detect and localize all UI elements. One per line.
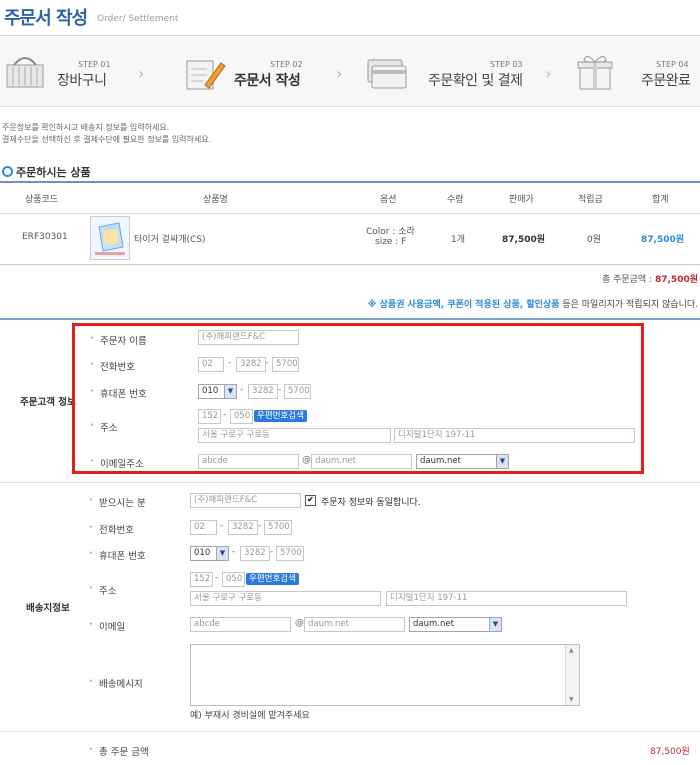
step-4-name: 주문완료	[641, 73, 691, 89]
shipping-mobile-3[interactable]: 5700	[276, 546, 304, 561]
product-option-color: Color : 소라	[366, 227, 415, 237]
dash-separator: -	[270, 547, 274, 557]
page-title: 주문서 작성	[4, 8, 88, 29]
scroll-up-icon[interactable]: ▲	[569, 647, 574, 654]
product-thumbnail[interactable]	[90, 216, 130, 260]
shipping-email-id[interactable]: abcde	[190, 617, 291, 632]
order-total-label: 총 주문금액 :	[601, 275, 653, 285]
shipping-section-label: 배송지정보	[26, 603, 70, 614]
chevron-right-icon: ›	[138, 64, 145, 83]
col-header-qty: 수량	[447, 195, 464, 205]
message-textarea[interactable]: ▲ ▼	[190, 644, 580, 706]
product-code: ERF30301	[22, 232, 68, 242]
shipping-address-label: 주소	[89, 583, 117, 597]
recipient-label: 받으시는 분	[89, 495, 146, 509]
shipping-total-value: 87,500원	[650, 747, 690, 757]
step-2-name: 주문서 작성	[234, 73, 301, 89]
gift-box-icon	[577, 56, 613, 90]
page-subtitle: Order/ Settlement	[97, 14, 179, 24]
product-points: 0원	[587, 235, 602, 245]
col-header-price: 판매가	[509, 195, 534, 205]
message-example: 예) 부재시 경비실에 맡겨주세요	[190, 711, 310, 721]
col-header-points: 적립금	[578, 195, 603, 205]
same-as-orderer-checkbox[interactable]: ✔	[305, 495, 316, 506]
shipping-zip-1[interactable]: 152	[190, 572, 213, 587]
basket-icon	[6, 57, 44, 88]
col-header-total: 합계	[652, 195, 669, 205]
section-divider	[0, 482, 700, 483]
product-image-icon	[95, 222, 125, 255]
order-steps: STEP 01 장바구니 › STEP 02 주문서 작성 › STEP 03 …	[0, 36, 700, 107]
shipping-email-domain[interactable]: daum.net	[304, 617, 405, 632]
shipping-email-domain-select[interactable]: daum.net ▼	[409, 617, 502, 632]
step-3-number: STEP 03	[490, 60, 523, 69]
intro-line-1: 주문정보를 확인하시고 배송지 정보를 입력하세요.	[2, 123, 170, 132]
product-qty: 1개	[451, 235, 466, 245]
mileage-notice-text: 등은 마일리지가 적립되지 않습니다.	[559, 300, 698, 310]
scroll-down-icon[interactable]: ▼	[569, 696, 574, 703]
textarea-scrollbar[interactable]: ▲ ▼	[565, 645, 579, 705]
shipping-phone-3[interactable]: 5700	[264, 520, 292, 535]
section-divider	[0, 731, 700, 732]
table-row: ERF30301 타이거 겉싸개(CS) Color : 소라 size : F…	[0, 212, 700, 265]
dash-separator: -	[220, 521, 224, 531]
step-4-number: STEP 04	[656, 60, 689, 69]
step-1-name: 장바구니	[57, 73, 107, 89]
shipping-address-1[interactable]: 서울 구로구 구로동	[190, 591, 381, 606]
highlight-box-orderer	[72, 323, 644, 474]
product-price: 87,500원	[502, 235, 546, 245]
shipping-mobile-prefix-select[interactable]: 010 ▼	[190, 546, 229, 561]
chevron-right-icon: ›	[545, 64, 552, 83]
product-total: 87,500원	[641, 235, 685, 245]
orderer-section-label: 주문고객 정보	[20, 397, 76, 408]
form-top-border	[0, 318, 700, 320]
shipping-zip-2[interactable]: 050	[222, 572, 245, 587]
shipping-address-2[interactable]: 디지털1단지 197-11	[386, 591, 627, 606]
same-as-orderer-label: 주문자 정보와 동일합니다.	[321, 498, 421, 508]
recipient-input[interactable]: (주)해피랜드F&C	[190, 493, 301, 508]
message-label: 배송메시지	[89, 676, 143, 690]
email-at-sign: @	[295, 618, 304, 628]
products-table-header: 상품코드 상품명 옵션 수량 판매가 적립금 합계	[0, 181, 700, 214]
intro-text: 주문정보를 확인하시고 배송지 정보를 입력하세요. 결제수단을 선택하신 후 …	[2, 122, 211, 146]
col-header-name: 상품명	[203, 195, 228, 205]
shipping-zip-search-button[interactable]: 우편번호검색	[246, 573, 299, 585]
product-name-link[interactable]: 타이거 겉싸개(CS)	[134, 232, 206, 245]
dash-separator: -	[215, 573, 219, 583]
shipping-phone-1[interactable]: 02	[190, 520, 217, 535]
step-2-number: STEP 02	[270, 60, 303, 69]
step-1-number: STEP 01	[78, 60, 111, 69]
shipping-total-label: 총 주문 금액	[89, 744, 149, 758]
col-header-code: 상품코드	[25, 195, 59, 205]
shipping-phone-2[interactable]: 3282	[228, 520, 258, 535]
chevron-down-icon: ▼	[216, 547, 228, 560]
mileage-notice-highlight: ※ 상품권 사용금액, 쿠폰이 적용된 상품, 할인상품	[367, 300, 560, 310]
shipping-mobile-label: 휴대폰 번호	[89, 548, 146, 562]
dash-separator: -	[258, 521, 262, 531]
mileage-notice: ※ 상품권 사용금액, 쿠폰이 적용된 상품, 할인상품 등은 마일리지가 적립…	[368, 297, 698, 310]
pencil-note-icon	[186, 60, 226, 90]
col-header-option: 옵션	[380, 195, 397, 205]
dash-separator: -	[232, 547, 236, 557]
chevron-right-icon: ›	[336, 64, 343, 83]
order-total-value: 87,500원	[654, 275, 698, 285]
bullet-ring-icon	[2, 166, 13, 177]
step-3-name: 주문확인 및 결제	[428, 73, 523, 89]
shipping-email-label: 이메일	[89, 619, 125, 633]
products-section-title: 주문하시는 상품	[2, 164, 91, 180]
shipping-phone-label: 전화번호	[89, 522, 134, 536]
shipping-mobile-2[interactable]: 3282	[240, 546, 270, 561]
intro-line-2: 결제수단을 선택하신 후 결제수단에 필요한 정보를 입력하세요.	[2, 135, 212, 144]
chevron-down-icon: ▼	[489, 618, 501, 631]
credit-card-icon	[367, 59, 407, 89]
product-option-size: size : F	[375, 237, 407, 247]
order-total-summary: 총 주문금액 : 87,500원	[602, 272, 698, 285]
